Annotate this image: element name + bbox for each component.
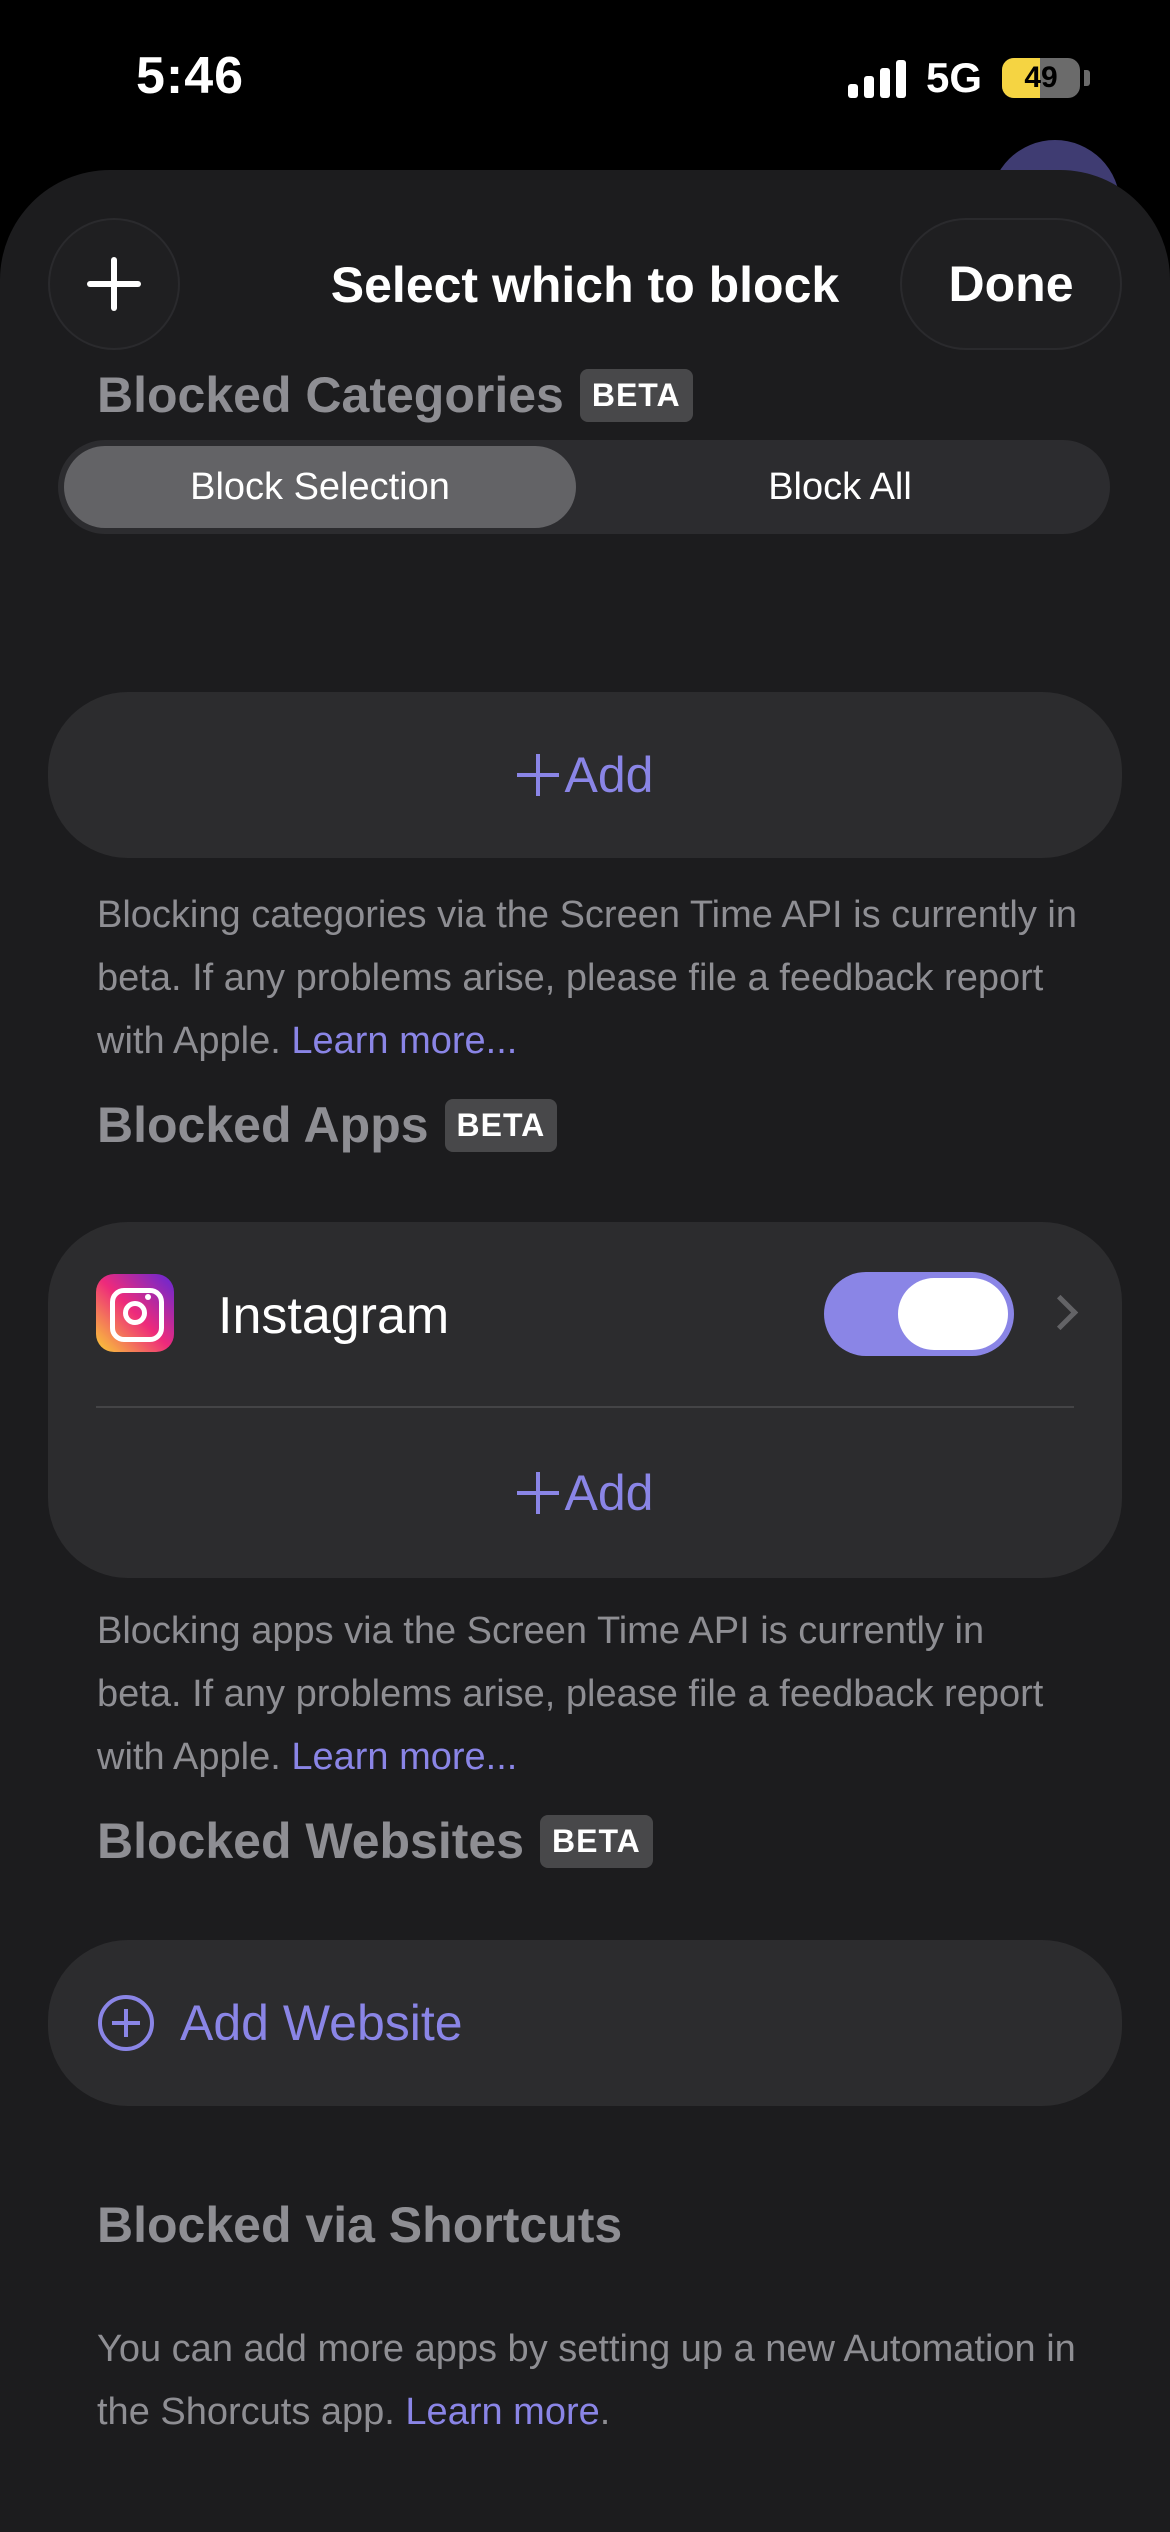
beta-badge: BETA: [540, 1814, 653, 1868]
instagram-icon: [96, 1274, 174, 1352]
instagram-block-toggle[interactable]: [824, 1272, 1014, 1356]
network-type: 5G: [925, 54, 982, 101]
circle-plus-icon: [98, 1995, 154, 2051]
status-icons: 5G 49: [847, 54, 1090, 102]
cellular-signal-icon: [847, 58, 906, 98]
app-name: Instagram: [218, 1287, 450, 1345]
section-title-text: Blocked via Shortcuts: [97, 2197, 623, 2253]
add-label: Add: [564, 1465, 654, 1521]
blocked-categories-title: Blocked Categories BETA: [97, 366, 693, 424]
add-app-button[interactable]: Add: [48, 1408, 1122, 1578]
blocked-shortcuts-title: Blocked via Shortcuts: [97, 2196, 622, 2254]
shortcuts-learn-more-link[interactable]: Learn more: [405, 2391, 599, 2433]
section-title-text: Blocked Websites: [97, 1813, 525, 1869]
add-label: Add: [564, 747, 654, 803]
add-category-button[interactable]: Add: [48, 692, 1122, 858]
add-website-label: Add Website: [180, 1995, 463, 2051]
websites-card: Add Website: [48, 1940, 1122, 2106]
battery-level: 49: [1024, 61, 1058, 94]
done-button[interactable]: Done: [902, 220, 1120, 348]
apps-learn-more-link[interactable]: Learn more...: [291, 1736, 517, 1778]
segment-block-selection[interactable]: Block Selection: [64, 446, 576, 528]
block-mode-segmented-control: Block Selection Block All: [58, 440, 1110, 534]
apps-footer: Blocking apps via the Screen Time API is…: [97, 1600, 1077, 1789]
categories-footer: Blocking categories via the Screen Time …: [97, 884, 1077, 1073]
shortcuts-footer-end: .: [599, 2391, 611, 2433]
plus-icon: [516, 1472, 559, 1514]
blocked-apps-title: Blocked Apps BETA: [97, 1096, 558, 1154]
shortcuts-footer: You can add more apps by setting up a ne…: [97, 2318, 1077, 2444]
categories-learn-more-link[interactable]: Learn more...: [291, 1020, 517, 1062]
toggle-knob: [898, 1278, 1008, 1350]
apps-footer-text: Blocking apps via the Screen Time API is…: [97, 1610, 1044, 1778]
block-selection-sheet: Select which to block Done Block Selecti…: [0, 170, 1170, 2532]
categories-card: Add: [48, 692, 1122, 858]
section-title-text: Blocked Categories: [97, 367, 564, 423]
beta-badge: BETA: [579, 368, 693, 422]
add-website-button[interactable]: Add Website: [48, 1940, 1122, 2106]
segment-block-all[interactable]: Block All: [576, 446, 1104, 528]
app-row-instagram[interactable]: Instagram: [48, 1222, 1122, 1406]
section-title-text: Blocked Apps: [97, 1097, 429, 1153]
categories-footer-text: Blocking categories via the Screen Time …: [97, 894, 1078, 1062]
chevron-right-icon: [1042, 1294, 1079, 1331]
battery-cap: [1084, 70, 1090, 86]
status-time: 5:46: [136, 47, 245, 105]
beta-badge: BETA: [444, 1098, 558, 1152]
battery-icon: 49: [1002, 58, 1080, 98]
apps-card: Instagram Add: [48, 1222, 1122, 1578]
blocked-websites-title: Blocked Websites BETA: [97, 1812, 653, 1870]
status-bar: 5:46 5G 49: [0, 0, 1170, 160]
plus-icon: [516, 754, 559, 796]
